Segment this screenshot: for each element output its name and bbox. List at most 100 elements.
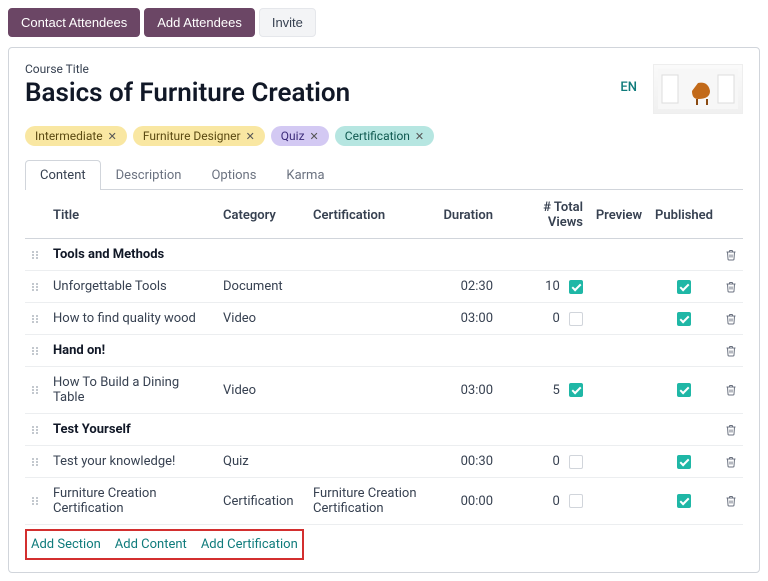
cell-title[interactable]: Unforgettable Tools: [47, 271, 217, 303]
col-category: Category: [217, 190, 307, 239]
preview-checkbox[interactable]: [569, 312, 583, 326]
trash-icon[interactable]: [719, 414, 743, 446]
cell-certification: [307, 271, 429, 303]
cell-category: Quiz: [217, 446, 307, 478]
section-row: Hand on!: [25, 335, 743, 367]
tag[interactable]: Quiz ✕: [271, 126, 329, 146]
drag-handle-icon[interactable]: [25, 414, 47, 446]
cell-views: 10: [499, 271, 589, 303]
preview-checkbox[interactable]: [569, 455, 583, 469]
col-duration: Duration: [429, 190, 499, 239]
cell-title[interactable]: Furniture Creation Certification: [47, 478, 217, 525]
tab-options[interactable]: Options: [196, 160, 271, 190]
cell-preview: [589, 303, 649, 335]
published-checkbox[interactable]: [677, 455, 691, 469]
add-certification-link[interactable]: Add Certification: [201, 537, 298, 552]
course-title[interactable]: Basics of Furniture Creation: [25, 78, 604, 108]
tag-label: Intermediate: [35, 129, 103, 143]
drag-handle-icon[interactable]: [25, 446, 47, 478]
published-checkbox[interactable]: [677, 312, 691, 326]
content-row: Furniture Creation CertificationCertific…: [25, 478, 743, 525]
section-title[interactable]: Test Yourself: [47, 414, 719, 446]
tag-label: Certification: [345, 129, 410, 143]
cell-views: 0: [499, 303, 589, 335]
trash-icon[interactable]: [719, 478, 743, 525]
cell-category: Certification: [217, 478, 307, 525]
trash-icon[interactable]: [719, 271, 743, 303]
col-title: Title: [47, 190, 217, 239]
close-icon[interactable]: ✕: [108, 130, 117, 143]
drag-handle-icon[interactable]: [25, 367, 47, 414]
drag-handle-icon[interactable]: [25, 271, 47, 303]
col-preview: Preview: [589, 190, 649, 239]
cell-views: 0: [499, 446, 589, 478]
cell-duration: 03:00: [429, 367, 499, 414]
section-title[interactable]: Hand on!: [47, 335, 719, 367]
published-checkbox[interactable]: [677, 494, 691, 508]
trash-icon[interactable]: [719, 446, 743, 478]
section-title[interactable]: Tools and Methods: [47, 239, 719, 271]
cell-published: [649, 271, 719, 303]
close-icon[interactable]: ✕: [415, 130, 424, 143]
tag[interactable]: Certification ✕: [335, 126, 434, 146]
add-section-link[interactable]: Add Section: [31, 537, 101, 552]
cell-title[interactable]: Test your knowledge!: [47, 446, 217, 478]
drag-handle-icon[interactable]: [25, 478, 47, 525]
content-row: How To Build a Dining TableVideo 03:005: [25, 367, 743, 414]
section-row: Tools and Methods: [25, 239, 743, 271]
cell-preview: [589, 367, 649, 414]
course-thumbnail[interactable]: [653, 64, 743, 114]
tab-karma[interactable]: Karma: [271, 160, 339, 190]
published-checkbox[interactable]: [677, 383, 691, 397]
tag[interactable]: Intermediate ✕: [25, 126, 127, 146]
published-checkbox[interactable]: [677, 280, 691, 294]
trash-icon[interactable]: [719, 335, 743, 367]
cell-views: 5: [499, 367, 589, 414]
cell-duration: 02:30: [429, 271, 499, 303]
tag-label: Quiz: [281, 129, 305, 143]
cell-duration: 00:30: [429, 446, 499, 478]
contact-attendees-button[interactable]: Contact Attendees: [8, 8, 140, 37]
preview-checkbox[interactable]: [569, 494, 583, 508]
preview-checkbox[interactable]: [569, 383, 583, 397]
course-title-label: Course Title: [25, 62, 604, 76]
trash-icon[interactable]: [719, 367, 743, 414]
language-badge[interactable]: EN: [620, 62, 637, 95]
close-icon[interactable]: ✕: [246, 130, 255, 143]
invite-button[interactable]: Invite: [259, 8, 316, 37]
cell-title[interactable]: How to find quality wood: [47, 303, 217, 335]
cell-certification: [307, 367, 429, 414]
close-icon[interactable]: ✕: [310, 130, 319, 143]
cell-certification: [307, 303, 429, 335]
cell-views: 0: [499, 478, 589, 525]
add-attendees-button[interactable]: Add Attendees: [144, 8, 255, 37]
cell-category: Document: [217, 271, 307, 303]
cell-preview: [589, 446, 649, 478]
cell-published: [649, 478, 719, 525]
cell-category: Video: [217, 367, 307, 414]
drag-handle-icon[interactable]: [25, 335, 47, 367]
cell-certification: [307, 446, 429, 478]
cell-duration: 00:00: [429, 478, 499, 525]
cell-preview: [589, 478, 649, 525]
course-card: Course Title Basics of Furniture Creatio…: [8, 47, 760, 573]
cell-title[interactable]: How To Build a Dining Table: [47, 367, 217, 414]
cell-category: Video: [217, 303, 307, 335]
tag[interactable]: Furniture Designer ✕: [133, 126, 265, 146]
cell-published: [649, 303, 719, 335]
tab-description[interactable]: Description: [101, 160, 197, 190]
add-content-link[interactable]: Add Content: [115, 537, 187, 552]
footer-actions: Add Section Add Content Add Certificatio…: [25, 529, 304, 560]
tab-content[interactable]: Content: [25, 160, 101, 190]
section-row: Test Yourself: [25, 414, 743, 446]
content-row: Test your knowledge!Quiz 00:300: [25, 446, 743, 478]
preview-checkbox[interactable]: [569, 280, 583, 294]
content-table: Title Category Certification Duration # …: [25, 190, 743, 525]
trash-icon[interactable]: [719, 303, 743, 335]
drag-handle-icon[interactable]: [25, 239, 47, 271]
cell-preview: [589, 271, 649, 303]
col-published: Published: [649, 190, 719, 239]
trash-icon[interactable]: [719, 239, 743, 271]
drag-handle-icon[interactable]: [25, 303, 47, 335]
tag-label: Furniture Designer: [143, 129, 241, 143]
